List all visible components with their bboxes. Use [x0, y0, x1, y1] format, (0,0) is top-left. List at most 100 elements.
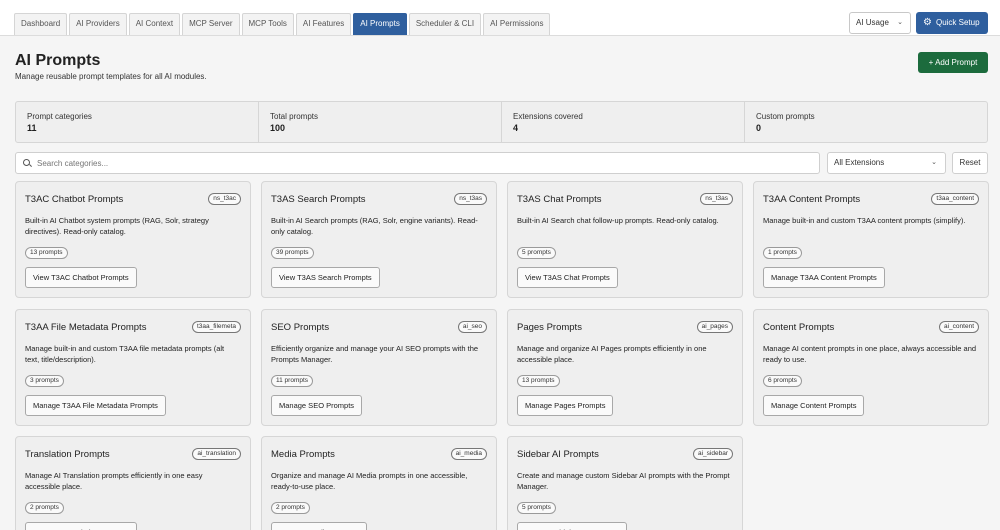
- prompt-count-badge: 13 prompts: [517, 375, 560, 387]
- extension-tag: ai_sidebar: [693, 448, 733, 460]
- tab-ai-permissions[interactable]: AI Permissions: [483, 13, 551, 35]
- quick-setup-label: Quick Setup: [935, 18, 980, 27]
- module-tabs: Dashboard AI Providers AI Context MCP Se…: [14, 13, 551, 35]
- card-title: T3AS Chat Prompts: [517, 194, 602, 205]
- ai-usage-label: AI Usage: [856, 18, 889, 27]
- search-input[interactable]: [37, 158, 797, 168]
- prompt-count-badge: 5 prompts: [517, 247, 556, 259]
- top-nav-bar: Dashboard AI Providers AI Context MCP Se…: [0, 0, 1000, 36]
- manage-sidebar-ai-prompts-button[interactable]: Manage Sidebar AI Prompts: [517, 522, 627, 530]
- ai-usage-dropdown[interactable]: AI Usage ⌄: [849, 12, 911, 34]
- prompt-count-badge: 13 prompts: [25, 247, 68, 259]
- prompt-category-card: T3AA File Metadata Prompts t3aa_filemeta…: [15, 309, 251, 426]
- extension-tag: ai_translation: [192, 448, 241, 460]
- chevron-down-icon: ⌄: [897, 19, 903, 26]
- tab-mcp-server[interactable]: MCP Server: [182, 13, 240, 35]
- tab-ai-context[interactable]: AI Context: [128, 13, 181, 35]
- card-description: Create and manage custom Sidebar AI prom…: [517, 471, 730, 491]
- extension-tag: t3aa_filemeta: [191, 321, 241, 333]
- prompt-count-badge: 2 prompts: [25, 502, 64, 514]
- tab-scheduler-cli[interactable]: Scheduler & CLI: [408, 13, 482, 35]
- prompt-count-badge: 1 prompts: [763, 247, 802, 259]
- prompt-category-card: Content Prompts ai_content Manage AI con…: [753, 309, 989, 426]
- card-description: Built-in AI Chatbot system prompts (RAG,…: [25, 216, 209, 236]
- manage-t3aa-file-metadata-prompts-button[interactable]: Manage T3AA File Metadata Prompts: [25, 395, 166, 416]
- tab-ai-features[interactable]: AI Features: [295, 13, 352, 35]
- manage-t3aa-content-prompts-button[interactable]: Manage T3AA Content Prompts: [763, 267, 885, 288]
- prompt-category-card: T3AA Content Prompts t3aa_content Manage…: [753, 181, 989, 298]
- card-description: Manage AI content prompts in one place, …: [763, 344, 977, 364]
- prompt-count-badge: 5 prompts: [517, 502, 556, 514]
- stat-label: Extensions covered: [513, 112, 583, 121]
- stat-label: Prompt categories: [27, 112, 92, 121]
- search-icon: [23, 158, 32, 168]
- manage-media-prompts-button[interactable]: Manage Media Prompts: [271, 522, 367, 530]
- stat-prompt-categories: Prompt categories 11: [16, 102, 259, 142]
- prompt-count-badge: 3 prompts: [25, 375, 64, 387]
- manage-seo-prompts-button[interactable]: Manage SEO Prompts: [271, 395, 363, 416]
- card-title: T3AC Chatbot Prompts: [25, 194, 124, 205]
- card-title: T3AS Search Prompts: [271, 194, 366, 205]
- chevron-down-icon: ⌄: [931, 159, 937, 166]
- card-title: Translation Prompts: [25, 449, 110, 460]
- tab-mcp-tools[interactable]: MCP Tools: [241, 13, 294, 35]
- extension-tag: ns_t3ac: [208, 193, 241, 205]
- card-title: T3AA Content Prompts: [763, 194, 861, 205]
- card-title: Pages Prompts: [517, 322, 582, 333]
- extension-tag: ns_t3as: [700, 193, 733, 205]
- card-description: Organize and manage AI Media prompts in …: [271, 471, 468, 491]
- stat-value: 11: [27, 123, 37, 133]
- extension-tag: ai_media: [450, 448, 487, 460]
- prompt-category-card: T3AS Chat Prompts ns_t3as Built-in AI Se…: [507, 181, 743, 298]
- extension-tag: ai_pages: [696, 321, 733, 333]
- stat-label: Total prompts: [270, 112, 319, 121]
- stats-panel: Prompt categories 11 Total prompts 100 E…: [15, 101, 988, 143]
- prompt-category-card: T3AS Search Prompts ns_t3as Built-in AI …: [261, 181, 497, 298]
- extension-tag: ai_content: [939, 321, 979, 333]
- manage-content-prompts-button[interactable]: Manage Content Prompts: [763, 395, 865, 416]
- prompt-category-card: Media Prompts ai_media Organize and mana…: [261, 436, 497, 530]
- view-t3as-chat-prompts-button[interactable]: View T3AS Chat Prompts: [517, 267, 618, 288]
- gear-icon: ⚙: [923, 17, 932, 28]
- prompt-count-badge: 11 prompts: [271, 375, 314, 387]
- prompt-category-card: Pages Prompts ai_pages Manage and organi…: [507, 309, 743, 426]
- card-description: Efficiently organize and manage your AI …: [271, 344, 479, 364]
- view-t3as-search-prompts-button[interactable]: View T3AS Search Prompts: [271, 267, 380, 288]
- extension-filter-value: All Extensions: [834, 158, 885, 167]
- card-description: Manage and organize AI Pages prompts eff…: [517, 344, 707, 364]
- prompt-category-card: T3AC Chatbot Prompts ns_t3ac Built-in AI…: [15, 181, 251, 298]
- tab-dashboard[interactable]: Dashboard: [14, 13, 68, 35]
- prompt-count-badge: 6 prompts: [763, 375, 802, 387]
- card-description: Built-in AI Search prompts (RAG, Solr, e…: [271, 216, 478, 236]
- reset-button[interactable]: Reset: [952, 152, 988, 174]
- stat-value: 100: [270, 123, 286, 133]
- card-title: Content Prompts: [763, 322, 835, 333]
- tab-ai-providers[interactable]: AI Providers: [69, 13, 127, 35]
- card-description: Manage built-in and custom T3AA file met…: [25, 344, 225, 364]
- manage-translation-prompts-button[interactable]: Manage Translation Prompts: [25, 522, 137, 530]
- prompt-category-card: SEO Prompts ai_seo Efficiently organize …: [261, 309, 497, 426]
- page-title: AI Prompts: [15, 52, 101, 69]
- prompt-count-badge: 2 prompts: [271, 502, 310, 514]
- stat-custom-prompts: Custom prompts 0: [745, 102, 987, 142]
- manage-pages-prompts-button[interactable]: Manage Pages Prompts: [517, 395, 614, 416]
- stat-label: Custom prompts: [756, 112, 815, 121]
- card-title: T3AA File Metadata Prompts: [25, 322, 147, 333]
- quick-setup-button[interactable]: ⚙ Quick Setup: [916, 12, 988, 34]
- card-title: Sidebar AI Prompts: [517, 449, 599, 460]
- search-box: [15, 152, 820, 174]
- stat-total-prompts: Total prompts 100: [259, 102, 502, 142]
- prompt-category-card: Sidebar AI Prompts ai_sidebar Create and…: [507, 436, 743, 530]
- add-prompt-button[interactable]: + Add Prompt: [918, 52, 988, 73]
- card-description: Built-in AI Search chat follow-up prompt…: [517, 216, 719, 225]
- extension-tag: ns_t3as: [454, 193, 487, 205]
- stat-value: 4: [513, 123, 519, 133]
- tab-ai-prompts[interactable]: AI Prompts: [353, 13, 407, 35]
- card-description: Manage AI Translation prompts efficientl…: [25, 471, 203, 491]
- extension-filter-select[interactable]: All Extensions ⌄: [827, 152, 946, 174]
- extension-tag: t3aa_content: [931, 193, 979, 205]
- prompt-count-badge: 39 prompts: [271, 247, 314, 259]
- view-t3ac-chatbot-prompts-button[interactable]: View T3AC Chatbot Prompts: [25, 267, 137, 288]
- prompt-category-card: Translation Prompts ai_translation Manag…: [15, 436, 251, 530]
- card-description: Manage built-in and custom T3AA content …: [763, 216, 966, 225]
